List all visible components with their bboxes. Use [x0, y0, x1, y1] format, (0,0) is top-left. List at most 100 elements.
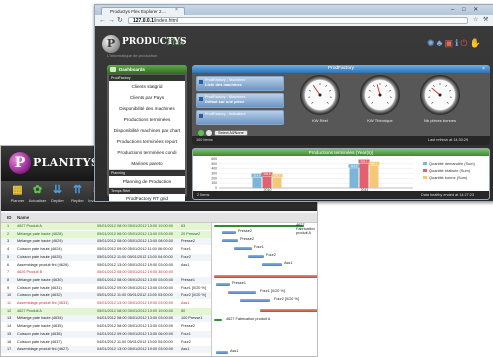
data-label: 240,6 — [264, 172, 271, 176]
bar[interactable] — [370, 166, 379, 188]
reload-icon[interactable]: ↻ — [117, 16, 123, 25]
gantt-bar[interactable] — [262, 263, 282, 266]
row-resource: Presse2 — [181, 238, 195, 245]
gantt-bar[interactable] — [260, 309, 318, 312]
gantt-bar[interactable] — [222, 239, 238, 242]
row-dates: 05/01/2012 08:00 05/01/2012 13:00 19:00:… — [97, 308, 173, 315]
gantt-bar[interactable] — [214, 275, 318, 278]
card-subtitle: Liste des machines — [205, 82, 242, 87]
gauge-label: KW Théorique — [355, 118, 405, 123]
dashboards-panel: Dashboards ProdFactoryClients statgridCl… — [107, 65, 187, 197]
gantt-chart: 4627 Fabrication produit APresse2Presse2… — [211, 223, 318, 356]
row-name: Cuisson pate haute (4625) — [17, 254, 62, 261]
gantt-bar[interactable] — [248, 255, 264, 258]
row-resource: 80 — [181, 308, 185, 315]
gauge-label: KW Réel — [295, 118, 345, 123]
col-name[interactable]: Name — [17, 215, 29, 220]
browser-tab[interactable]: Productys Flex Explorer 2.... — [101, 7, 185, 15]
row-dates: 05/01/2012 11:00 05/01/2012 13:00 04:00:… — [97, 254, 173, 261]
row-dates: 05/01/2012 11:00 05/01/2012 13:00 03:00:… — [97, 292, 173, 299]
prodfactory-status-items: 100 Items — [196, 136, 213, 145]
gauge-tick — [432, 102, 433, 103]
legend-item[interactable]: Quantité bonne (Sum) — [423, 175, 467, 180]
gauge-needle — [314, 86, 320, 95]
gear-icon[interactable]: ✺ — [427, 38, 437, 48]
gantt-bar-label: 4627 Fabrication produit A — [296, 223, 318, 235]
window-controls[interactable]: – □ ✕ — [451, 6, 481, 13]
bar[interactable] — [253, 178, 262, 188]
power-icon[interactable]: ⏻ — [460, 38, 469, 48]
row-id: 7 — [7, 269, 9, 276]
gantt-bar[interactable] — [228, 291, 256, 294]
row-name: Mélange pate haute (4628) — [17, 231, 63, 238]
wrench-icon[interactable]: ⚒ — [483, 16, 488, 25]
bar[interactable] — [263, 176, 272, 188]
data-label-box: 410,5 — [349, 164, 360, 168]
legend-label: Quantité demandée (Sum) — [429, 161, 475, 166]
y-tick-label: 200 — [211, 176, 217, 180]
row-name: Mélange pate haute (4629) — [17, 238, 63, 245]
back-icon[interactable]: ← — [99, 16, 106, 25]
gauge-svg — [420, 75, 460, 115]
tab-bar: Productys Flex Explorer 2.... × – □ ✕ — [95, 5, 493, 15]
bar[interactable] — [360, 164, 369, 188]
gauge-tick — [309, 90, 311, 91]
legend-item[interactable]: Quantité demandée (Sum) — [423, 161, 475, 166]
dashboard-item[interactable]: ProdFactory RT grid — [109, 194, 185, 202]
gauge-tick — [369, 90, 371, 91]
prodfactory-card[interactable]: ProdFactory - MachinesListe des machines — [196, 76, 284, 91]
app-header: P PRODUCTYS Flex L'informatique de produ… — [95, 26, 493, 60]
legend-swatch — [423, 162, 427, 165]
gantt-bar[interactable] — [216, 351, 228, 354]
row-dates: 05/01/2012 08:00 05/01/2012 19:00 35:00:… — [97, 269, 173, 276]
gantt-bar[interactable] — [234, 247, 252, 250]
prodfactory-card[interactable]: ProdFactory - Indicateur — [196, 110, 284, 125]
prodfactory-close-icon[interactable]: × — [482, 65, 485, 73]
card-title: ProdFactory - Indicateur — [205, 112, 283, 117]
productys-logo-sub: Flex — [167, 38, 184, 47]
machine-icon — [199, 80, 203, 84]
row-resource: Four1 — [181, 331, 191, 338]
tab-close-icon[interactable]: × — [175, 7, 178, 13]
bar[interactable] — [350, 168, 359, 188]
bar[interactable] — [273, 178, 282, 188]
legend-swatch — [423, 169, 427, 172]
row-id: 17 — [7, 346, 11, 353]
gauge-dial — [420, 75, 460, 115]
row-dates: 04/01/2012 13:00 05/01/2012 19:00 03:00:… — [97, 346, 173, 353]
url-input[interactable]: 127.0.0.1/index.html — [128, 17, 468, 24]
gantt-bar[interactable] — [216, 283, 230, 286]
row-resource: Four1 [0/20 %] — [181, 285, 206, 292]
machine-icon — [199, 97, 203, 101]
calendar-icon[interactable]: ▣ — [444, 38, 455, 48]
forward-icon[interactable]: → — [108, 16, 115, 25]
col-id[interactable]: ID — [7, 215, 12, 220]
gantt-bar[interactable] — [214, 319, 222, 321]
y-tick-label: 500 — [211, 162, 217, 166]
help-icon[interactable]: ✋ — [470, 38, 483, 48]
prodfactory-card[interactable]: ProdFactory - MachinesDéfaut sur une piè… — [196, 93, 284, 108]
star-icon[interactable]: ☆ — [473, 16, 478, 25]
prodfactory-panel: ProdFactory × ProdFactory - MachinesList… — [192, 65, 490, 145]
legend-item[interactable]: Quantité réalisée (Sum) — [423, 168, 470, 173]
data-label-box: 460,1 — [369, 162, 380, 166]
row-name: 4626 Produit B — [17, 269, 42, 276]
gantt-bar[interactable] — [214, 225, 304, 227]
row-id: 3 — [7, 238, 9, 245]
row-id: 2 — [7, 231, 9, 238]
gauge-svg — [360, 75, 400, 115]
row-id: 6 — [7, 262, 9, 269]
gantt-bar[interactable] — [222, 231, 236, 234]
dashboard-item[interactable]: Planning de Production — [109, 176, 185, 188]
browser-window: Productys Flex Explorer 2.... × – □ ✕ ← … — [94, 4, 493, 202]
row-dates: 04/01/2012 11:00 05/01/2012 13:00 04:00:… — [97, 339, 173, 346]
gauge-hub — [379, 94, 382, 97]
gantt-bar[interactable] — [240, 299, 270, 302]
dashboards-header[interactable]: Dashboards — [107, 65, 187, 74]
gantt-bar-label: Ass1 — [284, 261, 292, 265]
gauge-svg — [300, 75, 340, 115]
gauge-tick — [373, 85, 374, 87]
dashboard-item[interactable]: Marines pareto — [109, 158, 185, 170]
grid-header: ID Name — [1, 213, 317, 223]
row-resource: Four2 — [181, 339, 191, 346]
